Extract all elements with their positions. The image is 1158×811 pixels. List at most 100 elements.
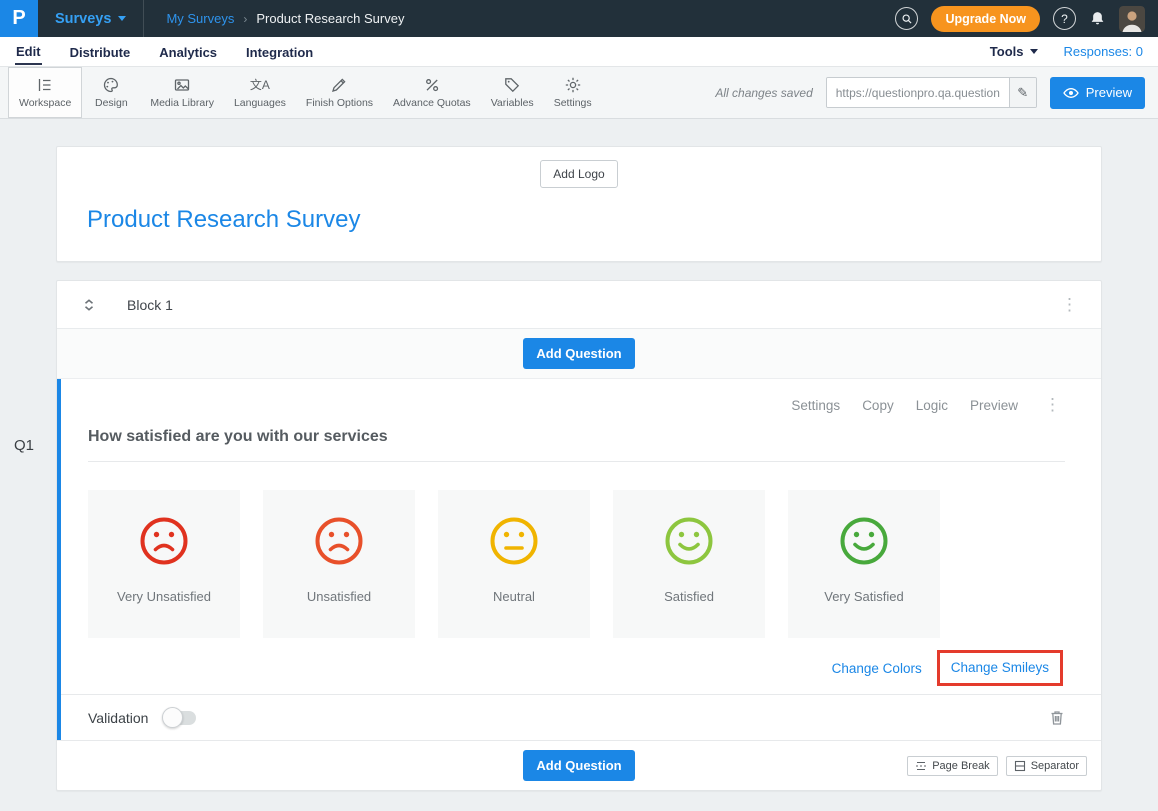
question-settings-link[interactable]: Settings	[791, 398, 840, 413]
smiley-face-icon	[138, 515, 190, 567]
smiley-option-label: Unsatisfied	[307, 589, 371, 604]
smiley-option[interactable]: Unsatisfied	[263, 490, 415, 638]
surveys-menu[interactable]: Surveys	[38, 0, 144, 37]
red-highlight-box: Change Smileys	[937, 650, 1063, 686]
search-icon[interactable]	[895, 7, 918, 30]
caret-down-icon	[1030, 49, 1038, 54]
header-actions: Upgrade Now ?	[895, 6, 1158, 32]
survey-header-card: Add Logo Product Research Survey	[56, 146, 1102, 262]
add-question-row-top: Add Question	[57, 329, 1101, 379]
question-menu-dots-icon[interactable]	[1040, 395, 1065, 415]
question-code: Q1	[14, 437, 34, 454]
tab-edit[interactable]: Edit	[15, 38, 42, 65]
question-preview-link[interactable]: Preview	[970, 398, 1018, 413]
responses-count[interactable]: Responses: 0	[1064, 44, 1144, 59]
eye-icon	[1063, 87, 1079, 99]
change-colors-link[interactable]: Change Colors	[832, 661, 922, 676]
question-copy-link[interactable]: Copy	[862, 398, 894, 413]
breadcrumb-my-surveys[interactable]: My Surveys	[166, 11, 234, 26]
preview-label: Preview	[1086, 85, 1132, 100]
smiley-option[interactable]: Very Satisfied	[788, 490, 940, 638]
question-title[interactable]: How satisfied are you with our services	[88, 428, 1065, 446]
validation-toggle[interactable]	[163, 711, 196, 725]
smiley-option-label: Very Satisfied	[824, 589, 904, 604]
toolbar-item-workspace[interactable]: Workspace	[8, 67, 82, 118]
upgrade-now-button[interactable]: Upgrade Now	[931, 6, 1040, 32]
breadcrumb: My Surveys › Product Research Survey	[166, 11, 404, 26]
settings-gear-icon	[564, 76, 582, 94]
question-q1: Q1 Settings Copy Logic Preview How satis…	[57, 379, 1101, 740]
survey-editor-canvas: Add Logo Product Research Survey Block 1…	[0, 119, 1158, 811]
tools-label: Tools	[990, 44, 1024, 59]
save-status: All changes saved	[715, 86, 812, 100]
survey-url-input[interactable]	[827, 78, 1009, 107]
advance-quotas-icon	[423, 76, 441, 94]
change-smileys-link[interactable]: Change Smileys	[951, 660, 1049, 675]
add-logo-button[interactable]: Add Logo	[540, 160, 617, 188]
workspace-icon	[36, 76, 54, 94]
validation-row: Validation	[61, 694, 1101, 740]
toolbar-item-languages[interactable]: Languages	[224, 67, 296, 118]
toolbar-item-media-library[interactable]: Media Library	[140, 67, 224, 118]
notifications-bell-icon[interactable]	[1089, 10, 1106, 27]
toolbar-right: All changes saved Preview	[715, 67, 1158, 118]
smiley-face-icon	[488, 515, 540, 567]
tab-analytics[interactable]: Analytics	[158, 39, 218, 64]
block-header: Block 1	[57, 281, 1101, 329]
survey-url-box	[826, 77, 1037, 108]
languages-icon	[250, 76, 270, 94]
tools-menu[interactable]: Tools	[990, 44, 1038, 59]
block-menu-dots-icon[interactable]	[1057, 295, 1082, 315]
smiley-option[interactable]: Neutral	[438, 490, 590, 638]
toolbar-item-variables[interactable]: Variables	[481, 67, 544, 118]
main-nav: Edit Distribute Analytics Integration To…	[0, 37, 1158, 67]
survey-title[interactable]: Product Research Survey	[87, 206, 1071, 234]
smiley-option[interactable]: Very Unsatisfied	[88, 490, 240, 638]
page-break-button[interactable]: Page Break	[907, 756, 997, 776]
finish-options-wand-icon	[330, 76, 348, 94]
question-divider	[88, 461, 1065, 462]
toolbar-item-finish-options[interactable]: Finish Options	[296, 67, 383, 118]
breadcrumb-current: Product Research Survey	[256, 11, 404, 26]
toggle-knob	[162, 707, 183, 728]
builder-toolbar: Workspace Design Media Library Languages…	[0, 67, 1158, 119]
question-logic-link[interactable]: Logic	[916, 398, 948, 413]
nav-right: Tools Responses: 0	[990, 44, 1143, 59]
toolbar-item-settings[interactable]: Settings	[544, 67, 602, 118]
separator-button[interactable]: Separator	[1006, 756, 1087, 776]
surveys-menu-label: Surveys	[55, 11, 111, 27]
logo-letter: P	[12, 7, 25, 30]
add-question-button-top[interactable]: Add Question	[523, 338, 634, 369]
toolbar-item-design[interactable]: Design	[82, 67, 140, 118]
caret-down-icon	[118, 16, 126, 21]
variables-tag-icon	[503, 76, 521, 94]
smiley-face-icon	[663, 515, 715, 567]
delete-question-trash-icon[interactable]	[1049, 709, 1065, 726]
edit-url-pencil-icon[interactable]	[1009, 78, 1036, 107]
collapse-block-icon[interactable]	[82, 298, 96, 312]
questionpro-logo[interactable]: P	[0, 0, 38, 37]
user-avatar[interactable]	[1119, 6, 1145, 32]
magnifier-glyph	[901, 13, 913, 25]
tab-integration[interactable]: Integration	[245, 39, 314, 64]
block-card: Block 1 Add Question Q1 Settings Copy Lo…	[56, 280, 1102, 791]
smiley-links-row: Change Colors Change Smileys	[88, 650, 1065, 686]
smiley-option-label: Neutral	[493, 589, 535, 604]
toolbar-item-advance-quotas[interactable]: Advance Quotas	[383, 67, 481, 118]
top-header: P Surveys My Surveys › Product Research …	[0, 0, 1158, 37]
smiley-options: Very Unsatisfied Unsatisfied Neutral Satisf…	[88, 490, 1065, 638]
separator-icon	[1014, 760, 1026, 772]
design-palette-icon	[102, 76, 120, 94]
smiley-option[interactable]: Satisfied	[613, 490, 765, 638]
block-footer: Add Question Page Break Separator	[57, 740, 1101, 790]
smiley-option-label: Very Unsatisfied	[117, 589, 211, 604]
smiley-face-icon	[313, 515, 365, 567]
tab-distribute[interactable]: Distribute	[69, 39, 132, 64]
question-toolbar: Settings Copy Logic Preview	[88, 395, 1065, 415]
help-icon[interactable]: ?	[1053, 7, 1076, 30]
media-library-icon	[173, 76, 191, 94]
add-question-button-bottom[interactable]: Add Question	[523, 750, 634, 781]
block-title[interactable]: Block 1	[127, 297, 173, 313]
preview-button[interactable]: Preview	[1050, 77, 1145, 109]
page-break-icon	[915, 760, 927, 772]
